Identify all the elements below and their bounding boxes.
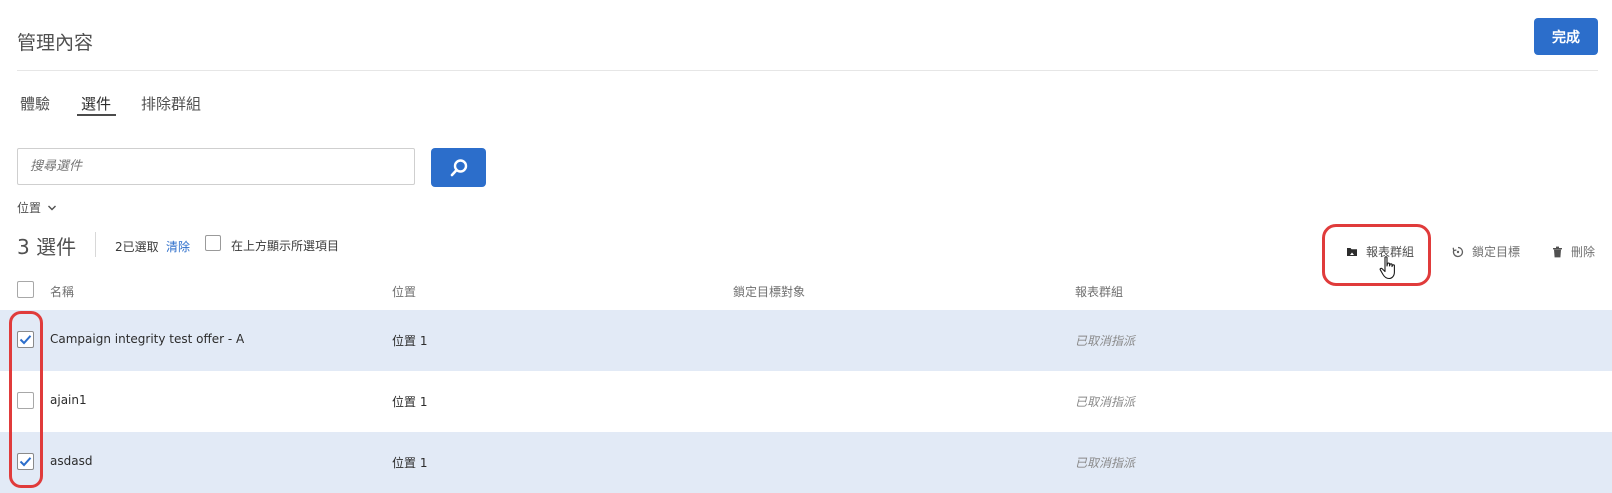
offer-report-group: 已取消指派: [1075, 334, 1136, 348]
hand-pointer-icon: [1379, 256, 1395, 280]
tab-experiences[interactable]: 體驗: [20, 93, 50, 114]
show-selected-on-top-checkbox[interactable]: [205, 235, 221, 251]
delete-action[interactable]: 刪除: [1552, 243, 1595, 260]
location-filter-label: 位置: [17, 201, 42, 215]
target-icon: [1452, 246, 1464, 257]
tab-offers[interactable]: 選件: [81, 93, 111, 114]
table-row[interactable]: ajain1 位置 1 已取消指派: [0, 371, 1612, 432]
targeting-action[interactable]: 鎖定目標: [1452, 243, 1520, 260]
active-tab-indicator: [77, 114, 116, 116]
offer-location: 位置 1: [392, 395, 428, 409]
offer-name[interactable]: ajain1: [50, 393, 87, 407]
column-header-report-group[interactable]: 報表群組: [1075, 283, 1123, 300]
offer-name[interactable]: asdasd: [50, 454, 92, 468]
header-divider: [17, 70, 1598, 71]
page-title: 管理內容: [17, 32, 94, 54]
toolbar-divider: [95, 232, 96, 257]
offer-count: 3 選件: [17, 235, 77, 259]
search-button[interactable]: [431, 148, 486, 187]
table-row[interactable]: asdasd 位置 1 已取消指派: [0, 432, 1612, 493]
delete-label: 刪除: [1571, 245, 1596, 259]
selected-count: 2已選取: [115, 240, 159, 254]
clear-selection-link[interactable]: 清除: [166, 238, 190, 255]
offer-location: 位置 1: [392, 456, 428, 470]
offer-name[interactable]: Campaign integrity test offer - A: [50, 332, 244, 346]
select-all-checkbox[interactable]: [17, 281, 34, 298]
column-header-name[interactable]: 名稱: [50, 283, 74, 300]
trash-icon: [1553, 246, 1562, 257]
location-filter[interactable]: 位置: [17, 199, 57, 216]
tab-exclusion-groups[interactable]: 排除群組: [141, 93, 201, 114]
offer-location: 位置 1: [392, 334, 428, 348]
offer-report-group: 已取消指派: [1075, 456, 1136, 470]
report-group-annotation: [1322, 224, 1431, 286]
column-header-location[interactable]: 位置: [392, 283, 416, 300]
offer-report-group: 已取消指派: [1075, 395, 1136, 409]
checkbox-annotation: [9, 311, 43, 488]
search-input[interactable]: [17, 148, 415, 185]
show-selected-on-top-label: 在上方顯示所選項目: [231, 239, 340, 253]
table-row[interactable]: Campaign integrity test offer - A 位置 1 已…: [0, 310, 1612, 371]
chevron-down-icon: [48, 205, 57, 210]
done-button[interactable]: 完成: [1534, 18, 1598, 55]
search-icon: [450, 158, 467, 176]
column-header-audience[interactable]: 鎖定目標對象: [733, 283, 805, 300]
targeting-label: 鎖定目標: [1472, 245, 1521, 259]
